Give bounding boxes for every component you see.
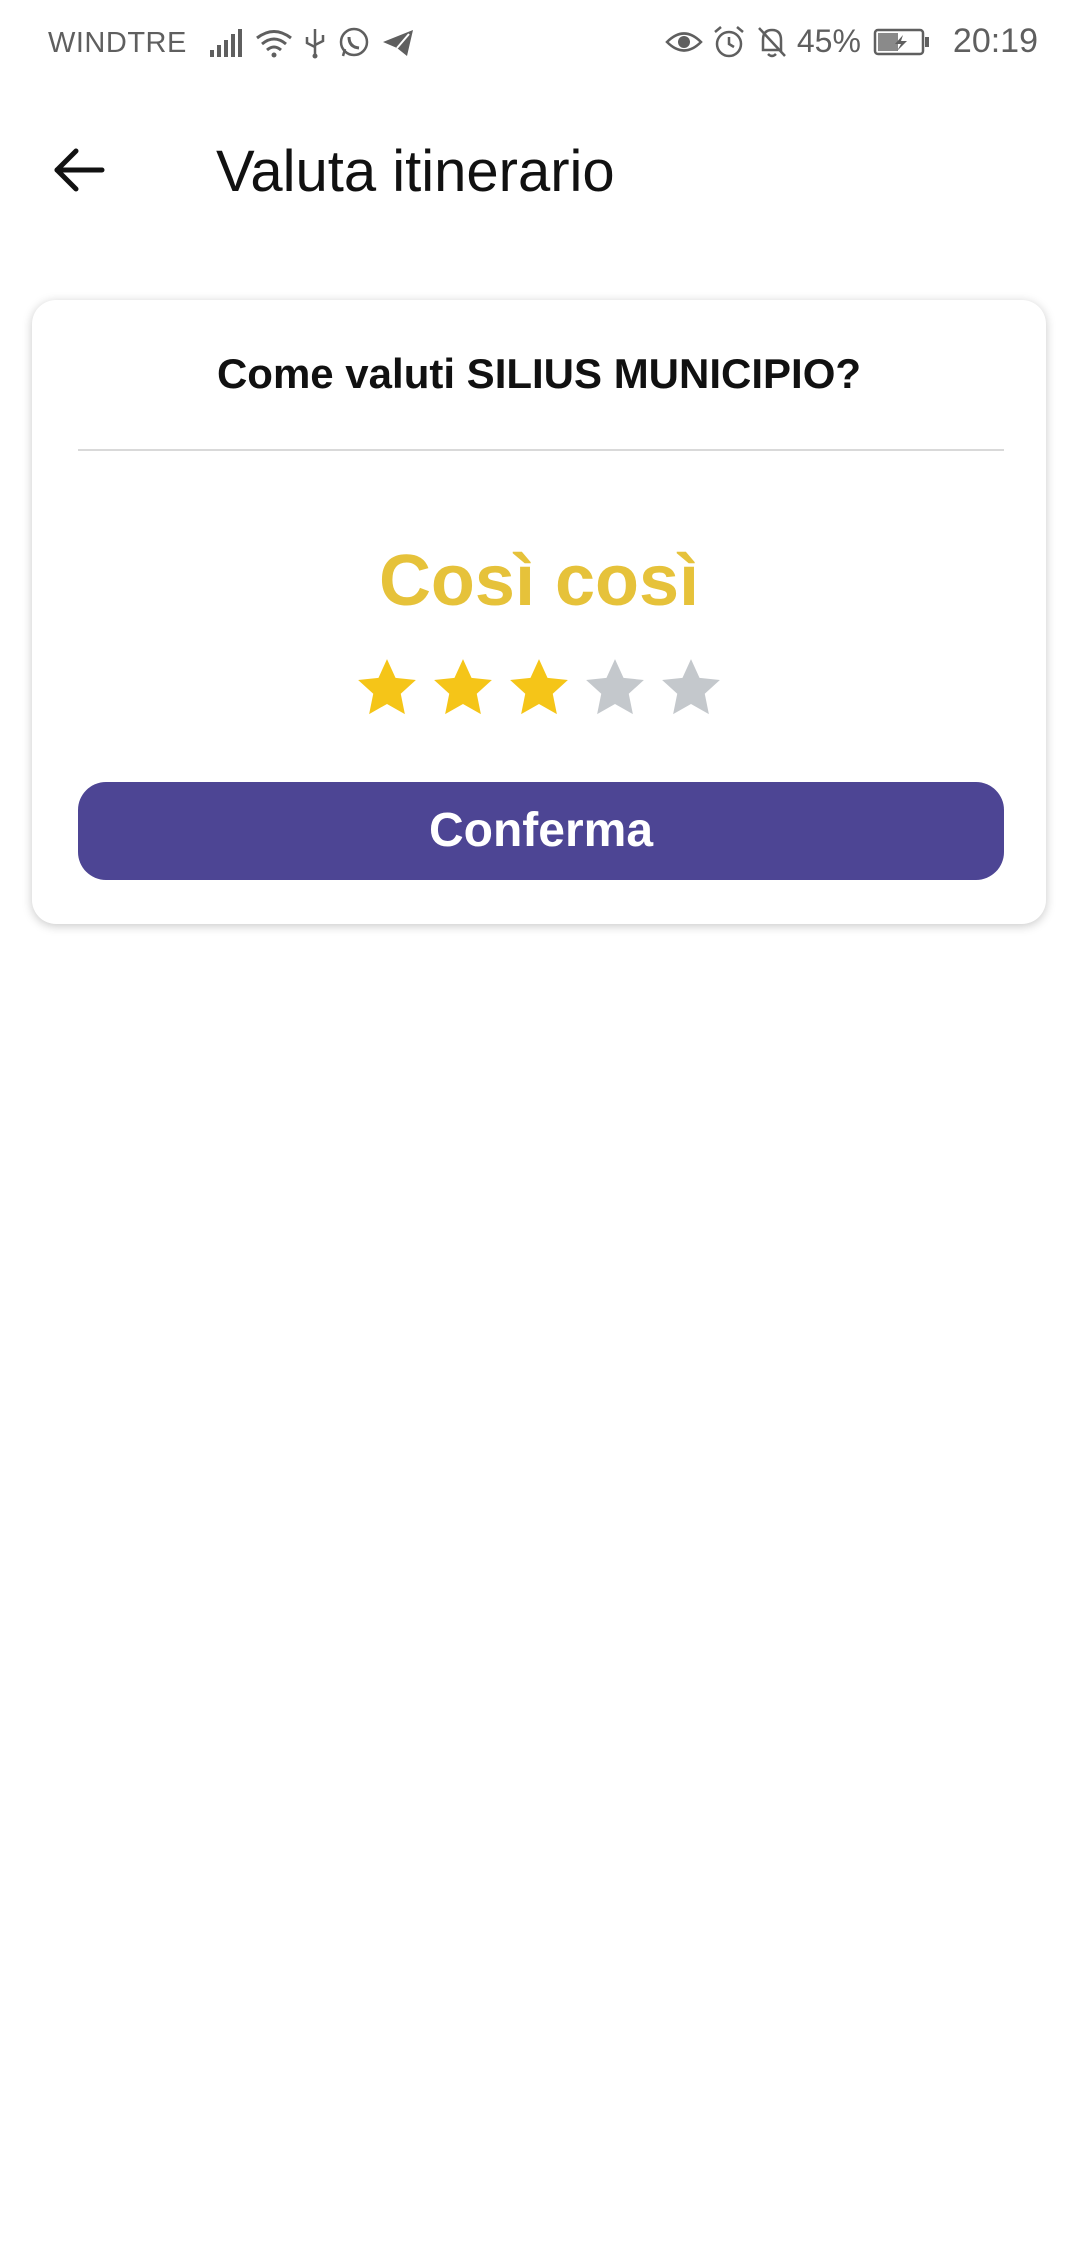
status-bar-left: WINDTRE xyxy=(48,26,425,60)
signal-icon xyxy=(209,29,242,57)
usb-icon xyxy=(305,29,325,59)
clock: 20:19 xyxy=(952,22,1038,60)
back-button[interactable] xyxy=(44,135,114,205)
rating-card: Come valuti SILIUS MUNICIPIO? Così così … xyxy=(32,300,1046,924)
status-bar: WINDTRE 45% 20:19 xyxy=(0,0,1080,86)
battery-percent: 45% xyxy=(796,23,861,59)
divider xyxy=(78,449,1004,451)
telegram-icon xyxy=(382,30,413,56)
arrow-left-icon xyxy=(54,148,105,192)
star-rating xyxy=(32,655,1046,721)
battery-charging-icon xyxy=(873,28,929,55)
app-bar: Valuta itinerario xyxy=(0,100,1080,240)
status-bar-right: 45% 20:19 xyxy=(665,22,1038,61)
wifi-icon xyxy=(255,30,292,58)
rating-label: Così così xyxy=(378,541,700,621)
eye-icon xyxy=(665,31,703,52)
page-title: Valuta itinerario xyxy=(216,139,615,204)
star-5-icon[interactable] xyxy=(658,655,724,721)
carrier-name: WINDTRE xyxy=(48,26,187,59)
star-2-icon[interactable] xyxy=(430,655,496,721)
star-3-icon[interactable] xyxy=(506,655,572,721)
confirm-button[interactable]: Conferma xyxy=(78,782,1004,880)
bell-off-icon xyxy=(757,26,786,57)
whatsapp-icon xyxy=(339,27,369,57)
star-1-icon[interactable] xyxy=(354,655,420,721)
status-icons-left xyxy=(209,26,425,60)
star-4-icon[interactable] xyxy=(582,655,648,721)
rating-question: Come valuti SILIUS MUNICIPIO? xyxy=(216,350,862,397)
alarm-icon xyxy=(714,25,744,57)
